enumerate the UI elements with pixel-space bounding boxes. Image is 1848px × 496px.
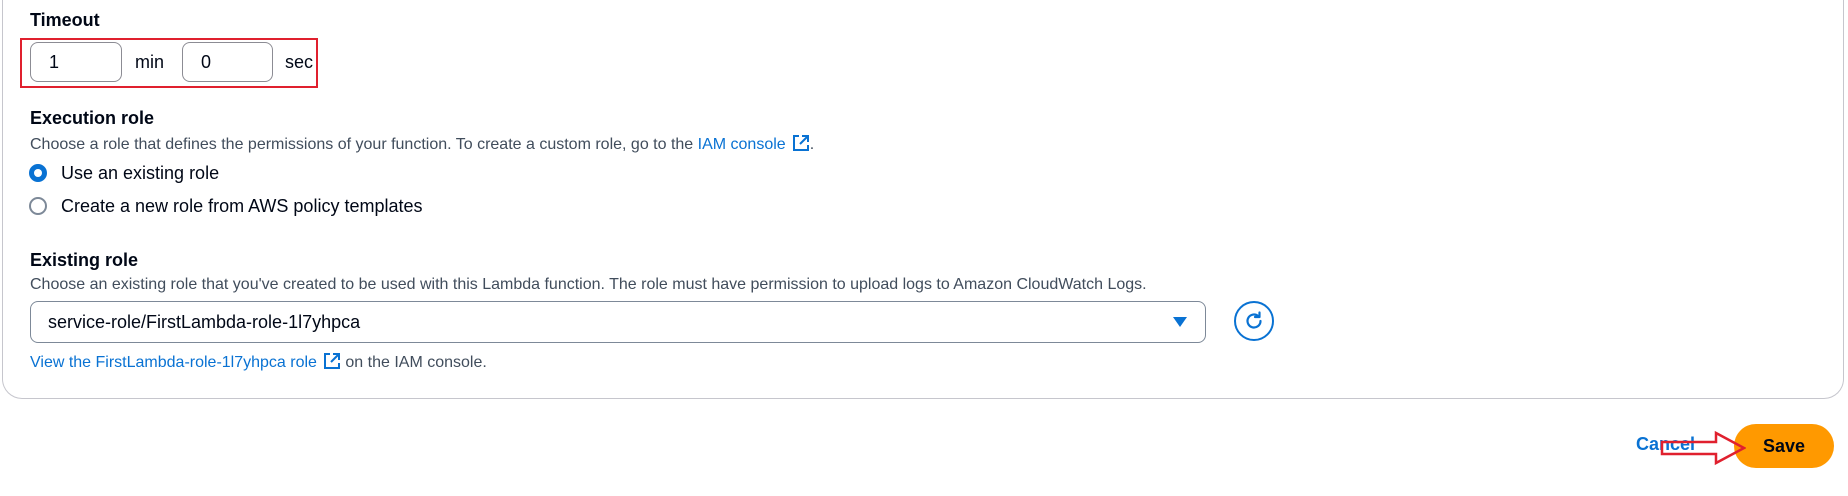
external-link-icon	[792, 135, 809, 151]
radio-checked-icon	[29, 164, 47, 182]
timeout-seconds-unit: sec	[285, 52, 314, 72]
execution-role-description-prefix: Choose a role that defines the permissio…	[30, 136, 698, 153]
view-role-line: View the FirstLambda-role-1l7yhpca role …	[30, 352, 487, 372]
page: Timeout min sec Execution role Choose a …	[0, 0, 1848, 496]
existing-role-label: Existing role	[30, 250, 139, 270]
radio-use-existing-role-label: Use an existing role	[61, 162, 220, 183]
view-role-suffix: on the IAM console.	[345, 354, 487, 371]
execution-role-label: Execution role	[30, 108, 155, 128]
execution-role-description-suffix: .	[809, 136, 815, 153]
radio-use-existing-role[interactable]: Use an existing role	[29, 160, 219, 186]
existing-role-description: Choose an existing role that you've crea…	[30, 276, 1147, 293]
refresh-roles-button[interactable]	[1234, 301, 1274, 341]
timeout-minutes-input[interactable]	[30, 42, 122, 82]
annotation-arrow-icon	[1660, 430, 1746, 466]
iam-console-link[interactable]: IAM console	[698, 135, 810, 153]
timeout-seconds-input[interactable]	[182, 42, 273, 82]
timeout-label: Timeout	[30, 10, 100, 30]
radio-create-new-role[interactable]: Create a new role from AWS policy templa…	[29, 193, 422, 219]
execution-role-description: Choose a role that defines the permissio…	[30, 134, 814, 154]
radio-unchecked-icon	[29, 197, 47, 215]
caret-down-icon	[1173, 317, 1187, 327]
refresh-icon	[1246, 311, 1262, 329]
external-link-icon	[323, 353, 340, 369]
timeout-minutes-unit: min	[135, 52, 165, 72]
radio-create-new-role-label: Create a new role from AWS policy templa…	[61, 195, 423, 216]
existing-role-select[interactable]: service-role/FirstLambda-role-1l7yhpca	[30, 301, 1206, 343]
save-button[interactable]: Save	[1734, 424, 1834, 468]
view-role-link[interactable]: View the FirstLambda-role-1l7yhpca role	[30, 353, 341, 371]
existing-role-selected-value: service-role/FirstLambda-role-1l7yhpca	[48, 312, 361, 332]
